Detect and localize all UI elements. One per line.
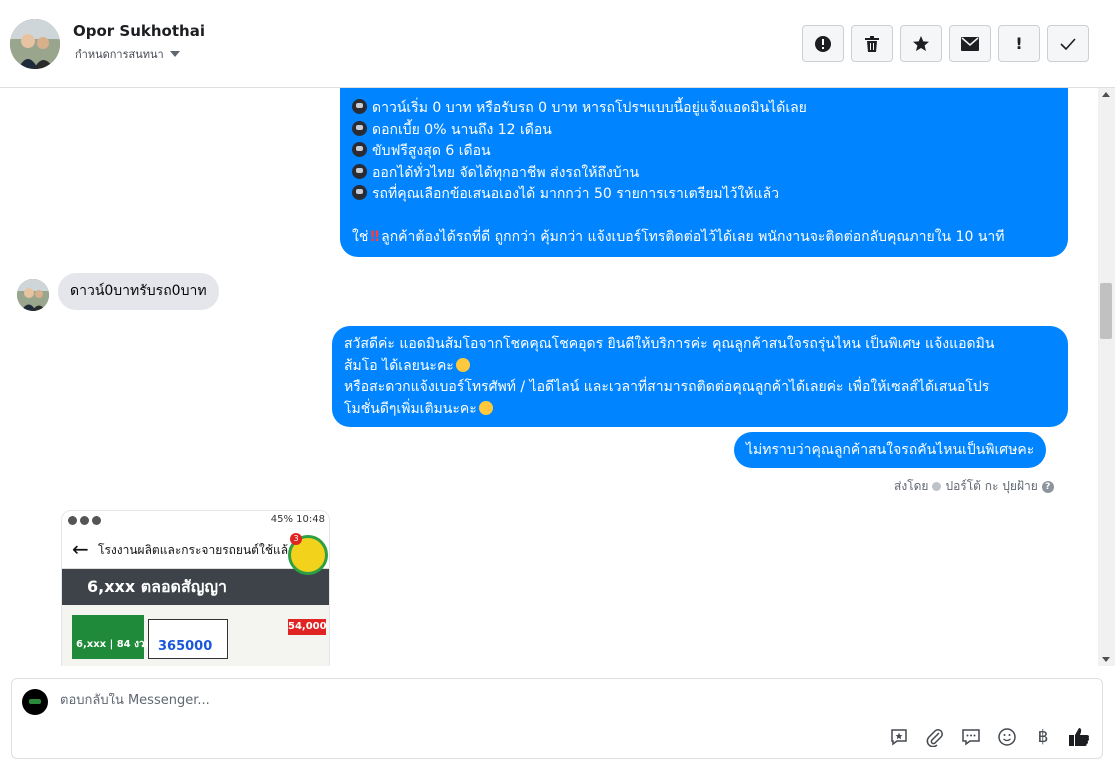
contact-avatar[interactable] [10,19,60,69]
envelope-icon [961,36,979,51]
ad-price: 365000 [158,639,213,654]
sent-by-info: ส่งโดย ปอร์โต้ กะ ปุยฝ้าย ? [894,477,1054,496]
trash-icon [865,35,879,52]
report-button[interactable] [802,25,844,62]
reply-composer: ฿ [11,678,1103,759]
phone-time: 10:48 [296,514,325,525]
contact-avatar-small[interactable] [17,279,49,311]
scroll-up-arrow-icon[interactable] [1102,92,1110,97]
reply-input[interactable] [60,693,860,708]
reply-line: ส้มโอ ได้เลยนะคะ [344,356,1056,378]
star-button[interactable] [900,25,942,62]
promo-spacer [352,206,1056,228]
back-arrow-icon: ← [72,537,89,561]
price-banner-text: 6,xxx ตลอดสัญญา [87,577,227,596]
scroll-down-arrow-icon[interactable] [1102,657,1110,662]
check-circle-icon [932,482,942,491]
assign-label: กำหนดการสนทนา [75,48,164,61]
done-button[interactable] [1047,25,1089,62]
check-icon [1060,37,1076,50]
thumbs-up-icon [1069,728,1090,746]
ad-highlight: 54,000 [288,619,327,635]
thread-scrollbar[interactable] [1098,88,1115,666]
reply-message-bubble[interactable]: สวัสดีค่ะ แอดมินส้มโอจากโชคคุณโชคอุดร ยิ… [332,326,1068,427]
paperclip-icon [926,729,943,747]
conversation-header: Opor Sukhothai กำหนดการสนทนา ! [0,0,1115,88]
star-bubble-icon [891,729,907,746]
promo-message-bubble[interactable]: ดาวน์เริ่ม 0 บาท หรือรับรถ 0 บาท หารถโปร… [340,88,1068,257]
scroll-thumb[interactable] [1100,283,1112,339]
promo-line: ออกได้ทั่วไทย จัดได้ทุกอาชีพ ส่งรถให้ถึง… [352,163,1056,185]
promo-line: รถที่คุณเลือกข้อเสนอเองได้ มากกว่า 50 รา… [352,184,1056,206]
payment-button[interactable]: ฿ [1032,726,1054,748]
car-icon [352,185,367,200]
notification-badge: 3 [290,533,302,545]
chevron-down-icon [169,51,180,57]
question-message-bubble[interactable]: ไม่ทราบว่าคุณลูกค้าสนใจรถคันไหนเป็นพิเศษ… [734,432,1047,468]
baht-icon: ฿ [1037,727,1049,747]
message-template-button[interactable] [960,726,982,748]
ad-monthly-text: 6,xxx | 84 งวด [76,639,152,650]
contact-name[interactable]: Opor Sukhothai [73,22,205,40]
alert-circle-icon [815,35,831,52]
car-icon [352,142,367,157]
car-icon [352,120,367,136]
attach-button[interactable] [924,726,946,748]
mark-unread-button[interactable] [949,25,991,62]
assign-conversation-dropdown[interactable]: กำหนดการสนทนา [75,45,180,63]
help-icon[interactable]: ? [1041,480,1054,493]
spam-button[interactable]: ! [998,25,1040,62]
smiling-face-hearts-icon [455,357,470,372]
reply-line: สวัสดีค่ะ แอดมินส้มโอจากโชคคุณโชคอุดร ยิ… [344,336,995,352]
shared-image-attachment[interactable]: 45% 10:48 ← โรงงานผลิตและกระจายรถยนต์ใช้… [61,510,330,666]
emoji-button[interactable] [996,726,1018,748]
phone-status-bar: 45% 10:48 [62,511,329,531]
reply-line: โมชั่นดีๆเพิ่มเติมนะคะ [344,399,1056,421]
phone-page-title: โรงงานผลิตและกระจายรถยนต์ใช้แล้... [98,543,300,557]
header-actions: ! [802,25,1089,62]
promo-line: ดาวน์เริ่ม 0 บาท หรือรับรถ 0 บาท หารถโปร… [352,98,1056,120]
message-thread[interactable]: ดาวน์เริ่ม 0 บาท หรือรับรถ 0 บาท หารถโปร… [0,88,1098,666]
battery-level: 45% [270,514,293,525]
promo-line: ขับฟรีสูงสุด 6 เดือน [352,141,1056,163]
composer-tools: ฿ [888,726,1090,748]
chat-bubble-icon [962,729,980,746]
car-icon [352,163,367,179]
car-icon [352,99,367,114]
promo-line-last: ใช่ ‼ ลูกค้าต้องได้รถที่ดี ถูกกว่า คุ้มกว่… [352,229,1005,245]
delete-button[interactable] [851,25,893,62]
reply-line: หรือสะดวกแจ้งเบอร์โทรศัพท์ / ไอดีไลน์ แล… [344,379,990,395]
page-avatar [22,689,48,715]
double-exclamation-icon: ‼ [370,229,380,245]
saved-reply-button[interactable] [888,726,910,748]
customer-message-bubble[interactable]: ดาวน์0บาทรับรถ0บาท [58,273,219,310]
smiling-face-hearts-icon [478,400,493,415]
smiley-icon [998,728,1016,746]
like-button[interactable] [1068,726,1090,748]
star-icon [913,35,929,51]
promo-line: ดอกเบี้ย 0% นานถึง 12 เดือน [352,120,1056,142]
exclamation-icon: ! [1015,34,1023,53]
